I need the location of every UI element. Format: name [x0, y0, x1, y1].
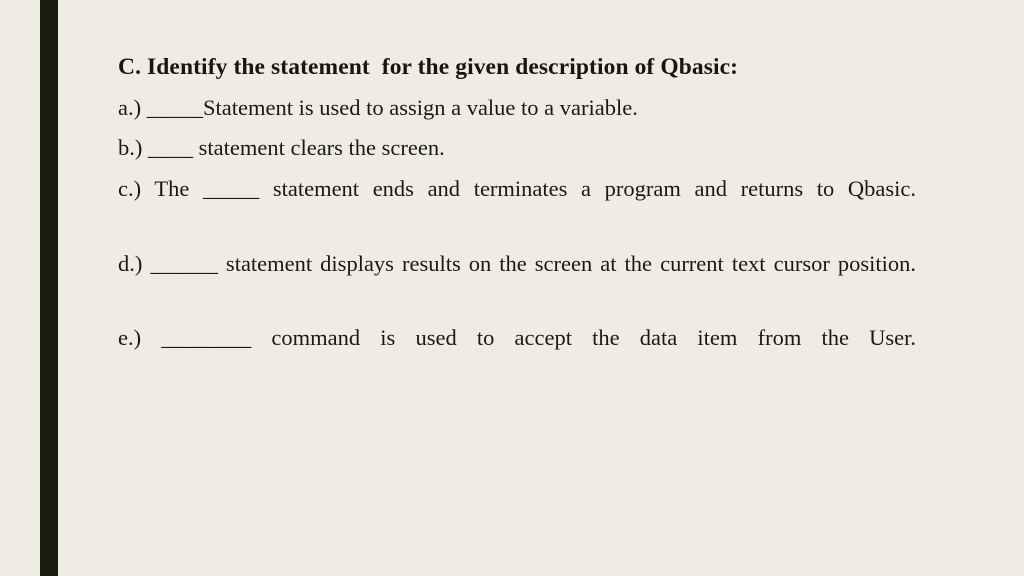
- list-item: e.) ________ command is used to accept t…: [118, 325, 916, 351]
- list-item: c.) The _____ statement ends and termina…: [118, 176, 916, 202]
- left-accent-bar: [40, 0, 58, 576]
- list-item: b.) ____ statement clears the screen.: [118, 135, 445, 161]
- list-item: d.) ______ statement displays results on…: [118, 250, 916, 276]
- page-title: C. Identify the statement for the given …: [118, 54, 739, 80]
- question-list: a.) _____Statement is used to assign a v…: [118, 91, 916, 389]
- slide-canvas: C. Identify the statement for the given …: [0, 0, 1024, 576]
- slide-content-body: C. Identify the statement for the given …: [118, 52, 916, 396]
- list-item: a.) _____Statement is used to assign a v…: [118, 94, 638, 120]
